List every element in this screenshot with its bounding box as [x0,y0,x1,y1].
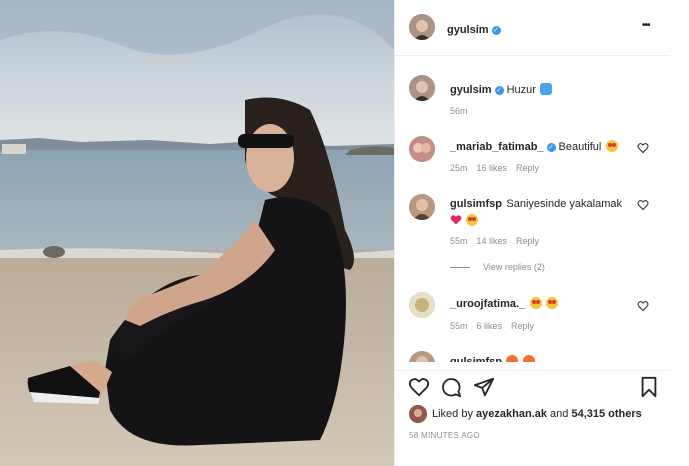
avatar-image [409,292,435,318]
author-username[interactable]: gyulsim [447,24,489,36]
star-struck-emoji-icon [529,297,542,309]
star-struck-emoji-icon [605,140,618,152]
comment-time: 55m [450,236,468,246]
comment-username[interactable]: _uroojfatima._ [450,298,525,310]
save-bookmark-icon[interactable] [638,376,660,398]
comment-line: _mariab_fatimab_ ✓ Beautiful [450,137,618,155]
avatar-image [409,351,435,362]
post-timestamp: 58 MINUTES AGO [409,431,480,440]
more-options-icon[interactable]: ••• [642,20,650,31]
liker-avatar[interactable] [409,405,427,423]
post-header: gyulsim ✓ ••• [395,0,670,56]
avatar-image [409,405,427,423]
comment-likes[interactable]: 6 likes [477,321,503,331]
avatar-image [409,194,435,220]
likes-prefix: Liked by [432,408,473,420]
avatar-image [409,14,435,40]
liker-username[interactable]: ayezakhan.ak [476,408,547,420]
verified-badge-icon: ✓ [546,143,556,152]
author-avatar[interactable] [409,14,435,40]
avatar-image [409,136,435,162]
post-side-panel: gyulsim ✓ ••• gyulsim ✓ Huzur 56m _mariab_f… [394,0,670,466]
fire-emoji-icon [522,355,535,362]
verified-badge-icon: ✓ [491,26,501,35]
comment-likes[interactable]: 14 likes [477,236,508,246]
fire-emoji-icon [506,355,519,362]
comment-username[interactable]: gulsimfsp [450,356,502,362]
comment-username[interactable]: gulsimfsp [450,198,502,210]
comment-time: 55m [450,321,468,331]
comment-avatar[interactable] [409,292,435,318]
like-heart-icon[interactable] [408,376,430,398]
comment-meta: 25m 16 likes Reply [450,163,548,173]
reply-button[interactable]: Reply [516,236,539,246]
caption-username[interactable]: gyulsim [450,84,492,96]
post-actions: Liked by ayezakhan.ak and 54,315 others … [395,370,670,466]
caption-time: 56m [450,106,468,116]
caption-line: gyulsim ✓ Huzur [450,80,553,98]
wave-emoji-icon [540,83,553,95]
view-replies-button[interactable]: View replies (2) [483,262,545,272]
comment-line: gulsimfsp Saniyesinde yakalamak [450,195,650,227]
likes-and: and [550,408,569,420]
beach-photo-image [0,0,394,466]
comment-time: 25m [450,163,468,173]
comment-avatar[interactable] [409,351,435,362]
comment-avatar[interactable] [409,194,435,220]
comment-meta: 55m 14 likes Reply [450,236,548,246]
comment-likes[interactable]: 16 likes [477,163,508,173]
comment-line: _uroojfatima._ [450,294,559,312]
reply-button[interactable]: Reply [516,163,539,173]
star-struck-emoji-icon [546,297,559,309]
comment-bubble-icon[interactable] [440,376,462,398]
like-comment-heart-icon[interactable] [637,142,649,154]
red-heart-emoji-icon [450,215,462,225]
comment-meta: 55m 6 likes Reply [450,321,543,331]
comment-username[interactable]: _mariab_fatimab_ [450,141,544,153]
comment-line: gulsimfsp [450,352,535,362]
avatar-image [409,75,435,101]
likes-count[interactable]: 54,315 others [571,408,641,420]
comment-avatar[interactable] [409,136,435,162]
comment-text: Beautiful [558,141,602,153]
header-author: gyulsim ✓ [447,20,504,38]
replies-divider [450,267,470,268]
caption-meta: 56m [450,106,477,116]
post-photo[interactable] [0,0,394,466]
likes-summary: Liked by ayezakhan.ak and 54,315 others [432,408,642,420]
instagram-post-view: gyulsim ✓ ••• gyulsim ✓ Huzur 56m _mariab_f… [0,0,689,466]
caption-text: Huzur [506,84,536,96]
like-comment-heart-icon[interactable] [637,199,649,211]
star-struck-emoji-icon [466,214,479,226]
caption-avatar[interactable] [409,75,435,101]
reply-button[interactable]: Reply [511,321,534,331]
comment-text: Saniyesinde yakalamak [506,198,622,210]
verified-badge-icon: ✓ [494,86,504,95]
share-paper-plane-icon[interactable] [473,376,495,398]
comments-list: gyulsim ✓ Huzur 56m _mariab_fatimab_ ✓ Beaut… [395,57,670,362]
like-comment-heart-icon[interactable] [637,300,649,312]
